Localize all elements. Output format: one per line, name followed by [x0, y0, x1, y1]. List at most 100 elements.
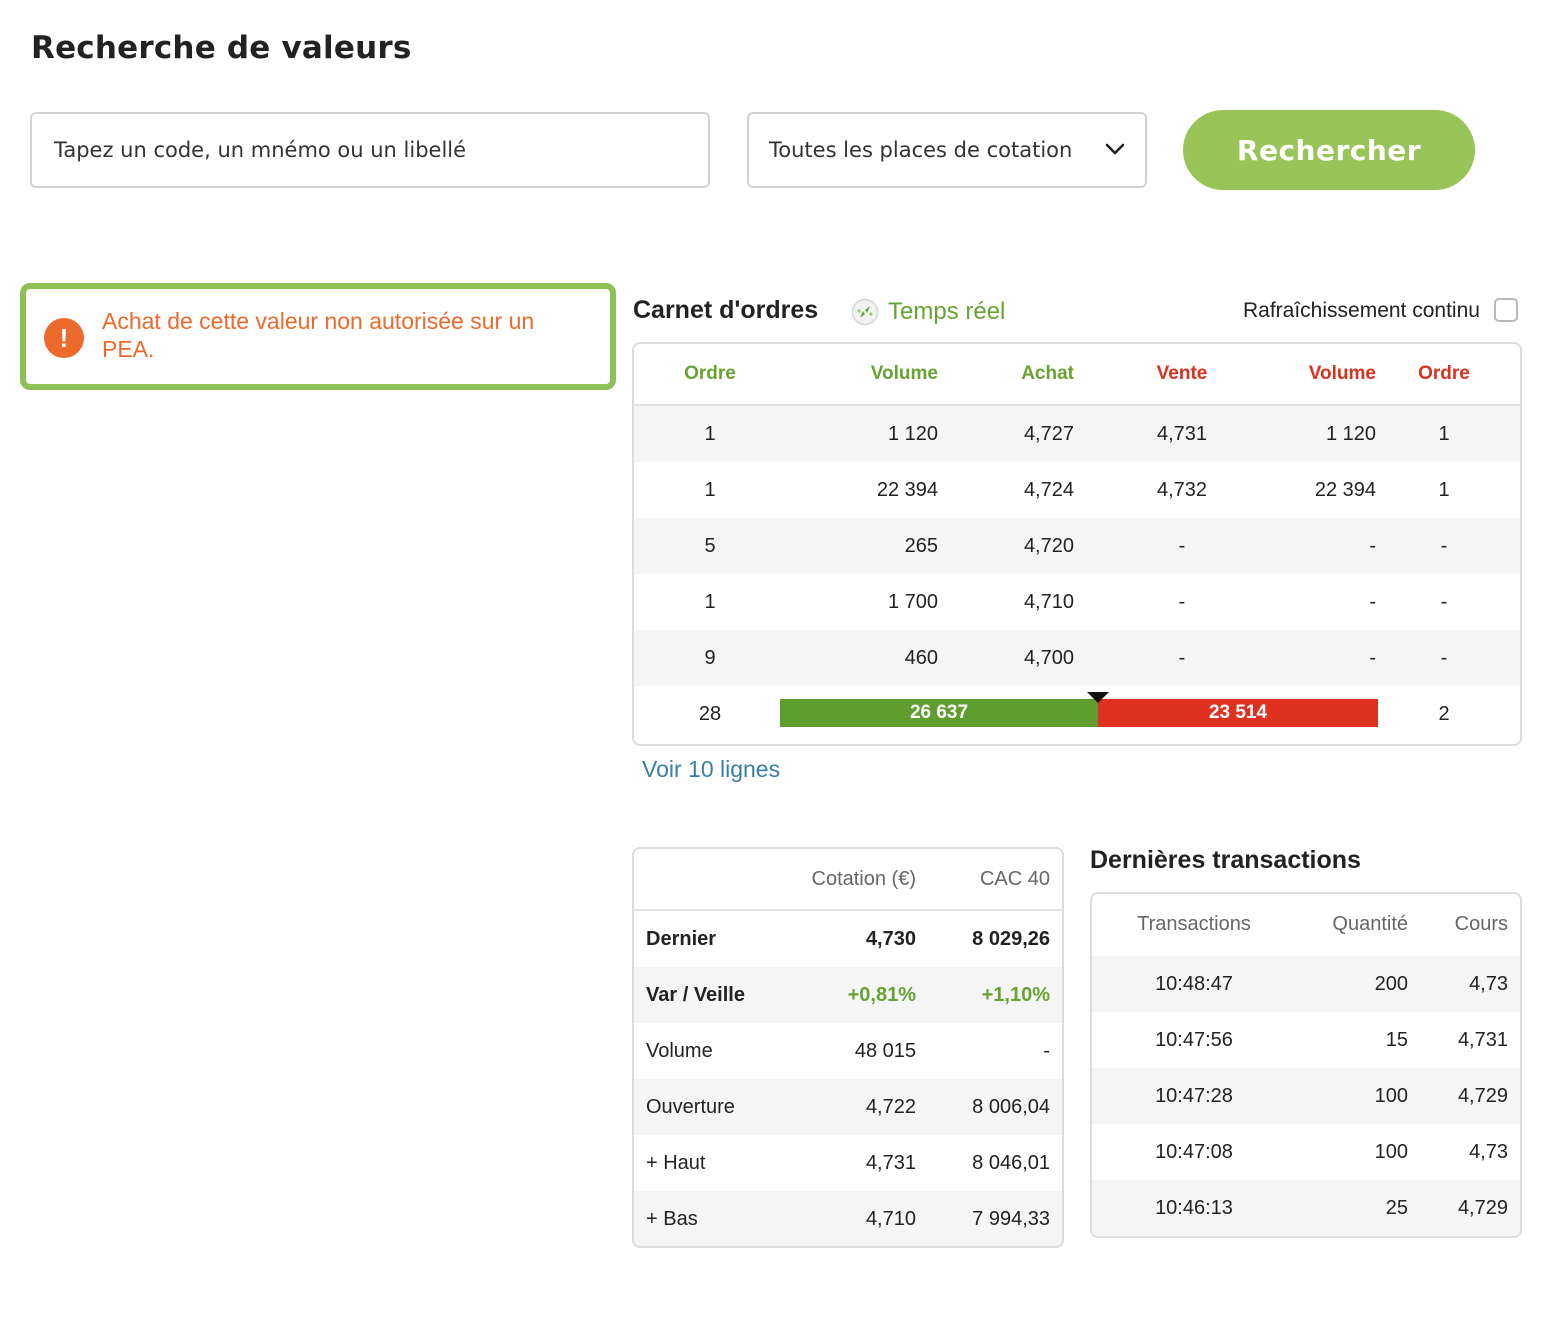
- header-ask-orders: Ordre: [1418, 363, 1470, 384]
- header-time: Transactions: [1137, 913, 1251, 935]
- tx-time: 10:47:56: [1155, 1029, 1233, 1051]
- transactions-table: Transactions Quantité Cours 10:48:47 200…: [1090, 892, 1522, 1238]
- table-row: 1 22 394 4,724 4,732 22 394 1: [634, 462, 1520, 518]
- order-book-title: Carnet d'ordres: [633, 296, 819, 324]
- header-price: Cours: [1454, 913, 1508, 935]
- bid-volume: 460: [904, 647, 938, 669]
- tx-price: 4,731: [1457, 1029, 1508, 1051]
- header-bid-price: Achat: [1021, 363, 1074, 384]
- bid-volume: 22 394: [876, 479, 938, 501]
- search-input[interactable]: [30, 112, 710, 188]
- ask-volume: 22 394: [1314, 479, 1376, 501]
- header-quantity: Quantité: [1332, 913, 1408, 935]
- bid-orders: 1: [704, 479, 716, 501]
- header-index: CAC 40: [979, 868, 1050, 890]
- bid-price: 4,700: [1023, 647, 1074, 669]
- table-row: 1 1 700 4,710 - - -: [634, 574, 1520, 630]
- tx-quantity: 15: [1385, 1029, 1408, 1051]
- bid-volume: 265: [904, 535, 938, 557]
- index-value: 8 029,26: [972, 928, 1050, 950]
- table-row: 10:46:13 25 4,729: [1092, 1180, 1520, 1236]
- refresh-checkbox[interactable]: [1494, 298, 1518, 322]
- table-row: Var / Veille +0,81% +1,10%: [634, 967, 1062, 1023]
- bid-volume: 1 120: [887, 423, 938, 445]
- table-row: 1 1 120 4,727 4,731 1 120 1: [634, 406, 1520, 462]
- quote-value: 48 015: [854, 1040, 916, 1062]
- place-select[interactable]: Toutes les places de cotation: [747, 112, 1147, 188]
- bid-orders: 9: [704, 647, 716, 669]
- ask-price: -: [1178, 535, 1186, 557]
- ask-volume-bar: 23 514: [1098, 699, 1378, 727]
- bid-price: 4,720: [1023, 535, 1074, 557]
- realtime-label: Temps réel: [888, 298, 1006, 325]
- bid-orders: 1: [704, 591, 716, 613]
- total-bid-orders: 28: [698, 703, 722, 725]
- ask-price: -: [1178, 591, 1186, 613]
- tx-price: 4,73: [1469, 1141, 1508, 1163]
- order-book-totals-row: 28 26 637 23 514 2: [634, 686, 1520, 742]
- table-row: Dernier 4,730 8 029,26: [634, 911, 1062, 967]
- quote-value: 4,731: [865, 1152, 916, 1174]
- chevron-down-icon: [1105, 143, 1125, 155]
- quote-label: Ouverture: [646, 1096, 735, 1118]
- tx-time: 10:47:08: [1155, 1141, 1233, 1163]
- quote-label: Dernier: [646, 928, 717, 950]
- page-title: Recherche de valeurs: [31, 30, 412, 66]
- ask-volume: -: [1369, 647, 1376, 669]
- tx-quantity: 100: [1374, 1141, 1408, 1163]
- quote-value: 4,722: [865, 1096, 916, 1118]
- table-row: 9 460 4,700 - - -: [634, 630, 1520, 686]
- table-row: Ouverture 4,722 8 006,04: [634, 1079, 1062, 1135]
- table-row: + Bas 4,710 7 994,33: [634, 1191, 1062, 1246]
- ask-volume: 1 120: [1325, 423, 1376, 445]
- tx-quantity: 25: [1385, 1197, 1408, 1219]
- search-button[interactable]: Rechercher: [1183, 110, 1475, 190]
- tx-time: 10:48:47: [1155, 973, 1233, 995]
- quote-header: Cotation (€) CAC 40: [634, 849, 1062, 911]
- header-ask-price: Vente: [1156, 363, 1208, 384]
- bid-price: 4,724: [1023, 479, 1074, 501]
- pea-warning-banner: ! Achat de cette valeur non autorisée su…: [20, 283, 616, 390]
- total-ask-orders: 2: [1438, 703, 1450, 725]
- index-value: +1,10%: [981, 984, 1050, 1006]
- quote-label: Var / Veille: [646, 984, 745, 1006]
- index-value: 8 046,01: [972, 1152, 1050, 1174]
- order-book-header: Ordre Volume Achat Vente Volume Ordre: [634, 344, 1520, 406]
- table-row: 5 265 4,720 - - -: [634, 518, 1520, 574]
- ask-price: 4,731: [1156, 423, 1208, 445]
- ask-volume: -: [1369, 591, 1376, 613]
- quote-value: 4,730: [865, 928, 916, 950]
- tx-time: 10:47:28: [1155, 1085, 1233, 1107]
- quote-table: Cotation (€) CAC 40 Dernier 4,730 8 029,…: [632, 847, 1064, 1248]
- exclamation-circle-icon: !: [44, 318, 84, 358]
- bid-orders: 1: [704, 423, 716, 445]
- ask-orders: 1: [1438, 479, 1450, 501]
- tx-time: 10:46:13: [1155, 1197, 1233, 1219]
- index-value: 8 006,04: [972, 1096, 1050, 1118]
- ask-price: 4,732: [1156, 479, 1208, 501]
- table-row: 10:47:56 15 4,731: [1092, 1012, 1520, 1068]
- realtime-icon: [851, 298, 879, 326]
- bid-volume: 1 700: [887, 591, 938, 613]
- table-row: Volume 48 015 -: [634, 1023, 1062, 1079]
- quote-value: 4,710: [865, 1208, 916, 1230]
- tx-quantity: 100: [1374, 1085, 1408, 1107]
- place-select-value: Toutes les places de cotation: [769, 138, 1073, 162]
- quote-value: +0,81%: [847, 984, 916, 1006]
- table-row: 10:47:08 100 4,73: [1092, 1124, 1520, 1180]
- bid-price: 4,710: [1023, 591, 1074, 613]
- table-row: 10:48:47 200 4,73: [1092, 956, 1520, 1012]
- ask-volume: -: [1369, 535, 1376, 557]
- header-bid-orders: Ordre: [684, 363, 736, 384]
- ask-orders: -: [1440, 647, 1448, 669]
- bid-volume-bar: 26 637: [780, 699, 1098, 727]
- see-more-lines-link[interactable]: Voir 10 lignes: [642, 756, 780, 783]
- warning-text: Achat de cette valeur non autorisée sur …: [102, 308, 535, 362]
- ask-orders: -: [1440, 591, 1448, 613]
- quote-label: Volume: [646, 1040, 713, 1062]
- index-value: -: [1043, 1040, 1050, 1062]
- tx-price: 4,729: [1457, 1085, 1508, 1107]
- tx-price: 4,73: [1469, 973, 1508, 995]
- index-value: 7 994,33: [972, 1208, 1050, 1230]
- ask-price: -: [1178, 647, 1186, 669]
